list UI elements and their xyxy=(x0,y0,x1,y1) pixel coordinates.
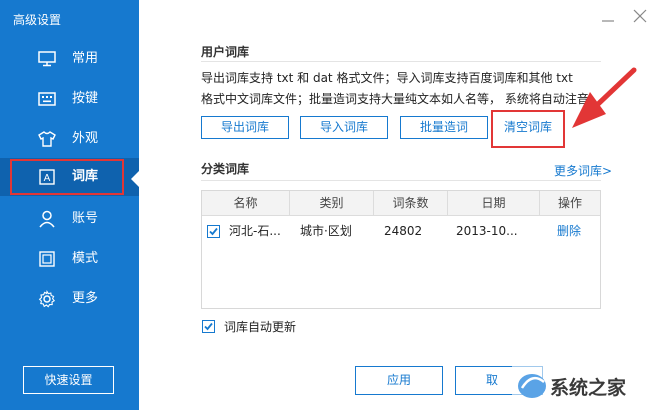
table-header: 名称 类别 词条数 日期 操作 xyxy=(202,191,600,216)
sidebar-item-mode[interactable]: 模式 xyxy=(0,240,139,278)
quick-settings-button[interactable]: 快速设置 xyxy=(23,366,114,394)
keyboard-icon xyxy=(38,90,56,108)
more-lexicons-link[interactable]: 更多词库> xyxy=(554,162,612,179)
column-header-action: 操作 xyxy=(557,196,582,210)
divider xyxy=(201,61,601,62)
watermark: 系统之家 xyxy=(512,364,660,410)
row-count: 24802 xyxy=(384,224,423,238)
sidebar-item-label: 常用 xyxy=(72,51,99,66)
column-header-category: 类别 xyxy=(290,191,374,215)
import-lexicon-button[interactable]: 导入词库 xyxy=(300,116,388,139)
minimize-icon[interactable] xyxy=(601,8,615,22)
sidebar-item-label: 模式 xyxy=(72,251,99,266)
column-header-count: 词条数 xyxy=(374,191,448,215)
sidebar-item-label: 外观 xyxy=(72,131,99,146)
sidebar-item-appearance[interactable]: 外观 xyxy=(0,120,139,158)
sidebar-item-general[interactable]: 常用 xyxy=(0,40,139,78)
user-lexicon-description: 导出词库支持 txt 和 dat 格式文件；导入词库支持百度词库和其他 txt … xyxy=(201,68,601,110)
user-icon xyxy=(38,210,56,228)
lexicon-table: 名称 类别 词条数 日期 操作 河北-石... 城市·区划 24802 2013… xyxy=(201,190,601,309)
sidebar-item-label: 按键 xyxy=(72,91,99,106)
shirt-icon xyxy=(38,130,56,148)
delete-link[interactable]: 删除 xyxy=(557,223,581,239)
sidebar-item-account[interactable]: 账号 xyxy=(0,200,139,238)
window-title: 高级设置 xyxy=(13,13,62,27)
section-title-user-lexicon: 用户词库 xyxy=(201,45,250,59)
gear-icon xyxy=(38,290,56,308)
sidebar-item-label: 更多 xyxy=(72,291,99,306)
batch-create-button[interactable]: 批量造词 xyxy=(400,116,488,139)
row-checkbox[interactable] xyxy=(207,225,220,238)
column-header-date: 日期 xyxy=(448,191,540,215)
highlight-box-sidebar xyxy=(10,159,124,195)
apply-button[interactable]: 应用 xyxy=(355,366,443,395)
sidebar-item-label: 账号 xyxy=(72,211,99,226)
divider xyxy=(201,180,601,181)
auto-update-checkbox[interactable] xyxy=(202,320,215,333)
highlight-box-clear xyxy=(491,110,565,148)
row-name: 河北-石... xyxy=(229,224,281,238)
description-line: 导出词库支持 txt 和 dat 格式文件；导入词库支持百度词库和其他 txt xyxy=(201,71,573,85)
row-date: 2013-10... xyxy=(456,224,518,238)
description-line: 格式中文词库文件；批量造词支持大量纯文本如人名等， 系统将自动注音。 xyxy=(201,92,601,106)
section-title-category-lexicon: 分类词库 xyxy=(201,162,250,176)
auto-update-label: 词库自动更新 xyxy=(224,320,297,334)
sidebar: 高级设置 常用 按键 外观 A 词库 账号 模式 更多 快速设置 xyxy=(0,0,139,410)
export-lexicon-button[interactable]: 导出词库 xyxy=(201,116,289,139)
sidebar-item-keys[interactable]: 按键 xyxy=(0,80,139,118)
active-indicator xyxy=(131,171,139,187)
window-icon xyxy=(38,250,56,268)
column-header-name: 名称 xyxy=(202,191,290,215)
row-category: 城市·区划 xyxy=(300,224,352,238)
sidebar-item-more[interactable]: 更多 xyxy=(0,280,139,318)
close-icon[interactable] xyxy=(633,8,647,23)
monitor-icon xyxy=(38,50,56,68)
watermark-text: 系统之家 xyxy=(550,376,627,399)
